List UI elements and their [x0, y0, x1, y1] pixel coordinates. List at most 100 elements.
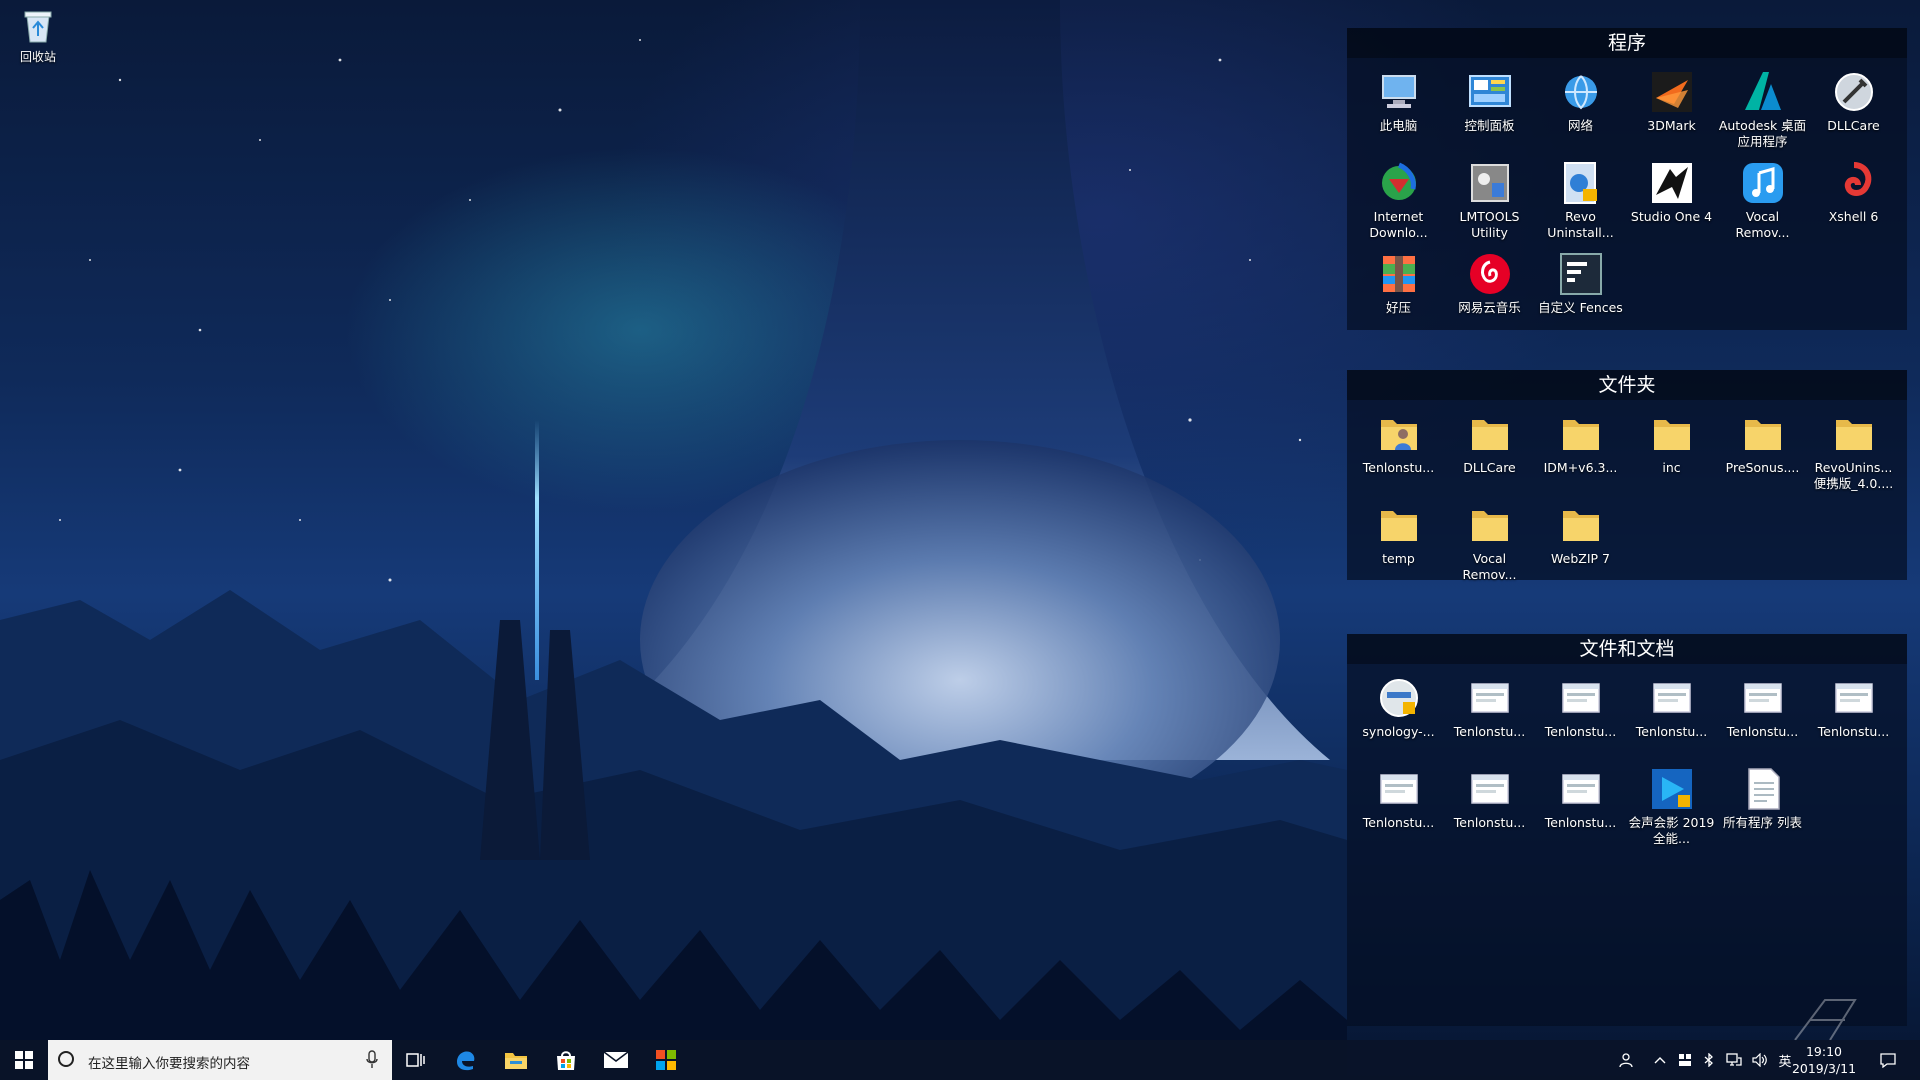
fence-item[interactable]: Vocal Remov...	[1444, 499, 1535, 590]
computer-icon	[1375, 68, 1423, 116]
file-explorer-button[interactable]	[492, 1040, 540, 1080]
folder-icon	[1557, 410, 1605, 458]
folder-user-icon	[1380, 420, 1417, 450]
fence-files[interactable]: 文件和文档 synology-... Tenlonstu... Tenlonstu.…	[1347, 634, 1907, 1026]
action-center-button[interactable]	[1868, 1040, 1908, 1080]
windows-logo-icon	[15, 1051, 33, 1069]
fence-item[interactable]: Tenlonstu...	[1535, 763, 1626, 854]
fence-item[interactable]: Studio One 4	[1626, 157, 1717, 248]
autodesk-icon	[1744, 72, 1781, 110]
screenshot-file-icon	[1557, 765, 1605, 813]
fence-item-label: Studio One 4	[1630, 209, 1713, 224]
studio-one-icon	[1651, 163, 1692, 203]
edge-button[interactable]	[442, 1040, 490, 1080]
fence-item[interactable]: Tenlonstu...	[1353, 408, 1444, 499]
fence-item[interactable]: LMTOOLS Utility	[1444, 157, 1535, 248]
fence-item[interactable]: 所有程序 列表	[1717, 763, 1808, 854]
screenshot-file-icon	[1830, 674, 1878, 722]
fence-title[interactable]: 文件和文档	[1347, 634, 1907, 664]
fence-item[interactable]: synology-...	[1353, 672, 1444, 763]
tray-app-2[interactable]	[1698, 1040, 1720, 1080]
3dmark-icon	[1648, 68, 1696, 116]
screenshot-file-icon	[1834, 683, 1873, 713]
fence-item-label: 3DMark	[1647, 118, 1696, 133]
recycle-bin[interactable]: 回收站	[6, 6, 70, 65]
fence-item[interactable]: Tenlonstu...	[1353, 763, 1444, 854]
fence-item[interactable]: DLLCare	[1808, 66, 1899, 157]
task-view-button[interactable]	[392, 1040, 440, 1080]
taskbar: 在这里输入你要搜索的内容 英 19:10 2019/3/11	[0, 1040, 1920, 1080]
text-file-icon	[1747, 768, 1780, 810]
store-icon	[557, 1051, 575, 1070]
start-button[interactable]	[0, 1040, 48, 1080]
folder-user-icon	[1375, 410, 1423, 458]
tray-app-1[interactable]	[1674, 1040, 1696, 1080]
fence-item-label: temp	[1382, 551, 1415, 566]
fence-item[interactable]: Tenlonstu...	[1444, 672, 1535, 763]
fence-item[interactable]: IDM+v6.3...	[1535, 408, 1626, 499]
fence-item[interactable]: 自定义 Fences	[1535, 248, 1626, 339]
fence-item-label: DLLCare	[1827, 118, 1880, 133]
network-icon	[1557, 68, 1605, 116]
fence-item-label: 好压	[1385, 300, 1411, 315]
screenshot-file-icon	[1739, 674, 1787, 722]
fence-item[interactable]: 会声会影 2019全能...	[1626, 763, 1717, 854]
fence-folders[interactable]: 文件夹 Tenlonstu... DLLCare IDM+v6.3... inc Pre…	[1347, 370, 1907, 582]
mail-button[interactable]	[592, 1040, 640, 1080]
fence-title[interactable]: 程序	[1347, 28, 1907, 58]
edge-icon	[457, 1051, 475, 1071]
fence-item-label: Tenlonstu...	[1726, 724, 1799, 739]
fence-item[interactable]: 此电脑	[1353, 66, 1444, 157]
fence-item[interactable]: temp	[1353, 499, 1444, 590]
tray-expand-button[interactable]	[1648, 1040, 1672, 1080]
fence-item-label: inc	[1662, 460, 1681, 475]
fence-item[interactable]: RevoUnins... 便携版_4.0....	[1808, 408, 1899, 499]
screenshot-file-icon	[1470, 683, 1509, 713]
fence-item[interactable]: Tenlonstu...	[1626, 672, 1717, 763]
volume-button[interactable]	[1748, 1040, 1772, 1080]
notification-icon	[1880, 1052, 1896, 1068]
fence-item[interactable]: Tenlonstu...	[1717, 672, 1808, 763]
fence-item[interactable]: WebZIP 7	[1535, 499, 1626, 590]
desktop: 回收站 程序 此电脑 控制面板 网络 3DMark Autodesk 桌面应用程序 DLL…	[0, 0, 1920, 1080]
fence-item[interactable]: Revo Uninstall...	[1535, 157, 1626, 248]
xshell-icon	[1830, 159, 1878, 207]
search-box[interactable]: 在这里输入你要搜索的内容	[48, 1040, 392, 1080]
folder-icon	[1835, 420, 1872, 450]
search-placeholder: 在这里输入你要搜索的内容	[88, 1056, 250, 1072]
fence-item[interactable]: Autodesk 桌面应用程序	[1717, 66, 1808, 157]
fence-item-label: Tenlonstu...	[1453, 815, 1526, 830]
fence-item-label: WebZIP 7	[1551, 551, 1610, 566]
microphone-icon[interactable]	[366, 1050, 378, 1070]
fence-grid: 此电脑 控制面板 网络 3DMark Autodesk 桌面应用程序 DLLCare Int…	[1347, 58, 1907, 339]
fence-item[interactable]: 3DMark	[1626, 66, 1717, 157]
fence-item[interactable]: Tenlonstu...	[1535, 672, 1626, 763]
fence-item[interactable]: Tenlonstu...	[1444, 763, 1535, 854]
fence-item[interactable]: 网络	[1535, 66, 1626, 157]
folder-icon	[1648, 410, 1696, 458]
folder-icon	[1830, 410, 1878, 458]
fence-item-label: Tenlonstu...	[1362, 815, 1435, 830]
fence-item[interactable]: Tenlonstu...	[1808, 672, 1899, 763]
revo-icon	[1563, 162, 1597, 204]
app-button[interactable]	[642, 1040, 690, 1080]
store-button[interactable]	[542, 1040, 590, 1080]
fence-item[interactable]: 好压	[1353, 248, 1444, 339]
fence-programs[interactable]: 程序 此电脑 控制面板 网络 3DMark Autodesk 桌面应用程序 DLLCare…	[1347, 28, 1907, 330]
fence-item[interactable]: 网易云音乐	[1444, 248, 1535, 339]
control-panel-icon	[1468, 75, 1511, 107]
fence-item[interactable]: Xshell 6	[1808, 157, 1899, 248]
fence-item[interactable]: 控制面板	[1444, 66, 1535, 157]
fence-item[interactable]: Vocal Remov...	[1717, 157, 1808, 248]
fence-item-label: RevoUnins... 便携版_4.0....	[1813, 460, 1894, 491]
fence-item-label: Internet Downlo...	[1369, 209, 1428, 240]
fence-item[interactable]: PreSonus....	[1717, 408, 1808, 499]
fence-item[interactable]: inc	[1626, 408, 1717, 499]
fence-title[interactable]: 文件夹	[1347, 370, 1907, 400]
task-view-icon	[406, 1053, 425, 1067]
clock[interactable]: 19:10 2019/3/11	[1784, 1043, 1864, 1077]
network-tray-button[interactable]	[1722, 1040, 1746, 1080]
people-button[interactable]	[1612, 1040, 1640, 1080]
fence-item[interactable]: Internet Downlo...	[1353, 157, 1444, 248]
fence-item[interactable]: DLLCare	[1444, 408, 1535, 499]
